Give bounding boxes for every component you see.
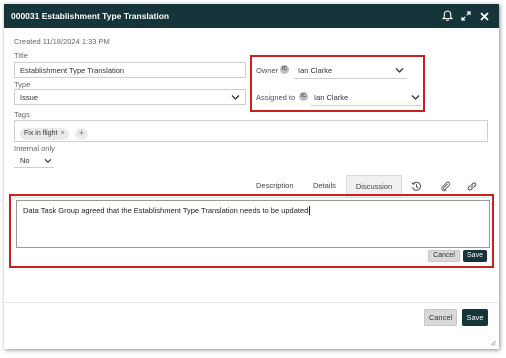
discussion-save-button[interactable]: Save	[463, 250, 487, 262]
title-value: Establishment Type Translation	[20, 66, 125, 75]
type-select[interactable]: Issue	[14, 89, 246, 105]
link-icon[interactable]	[465, 179, 479, 193]
tags-label: Tags	[14, 110, 30, 119]
expand-icon[interactable]	[458, 7, 474, 25]
item-dialog: 000031 Establishment Type Translation Cr…	[4, 4, 499, 349]
type-label: Type	[14, 80, 31, 89]
bell-icon[interactable]	[439, 7, 455, 25]
add-tag-icon[interactable]: +	[75, 128, 88, 140]
tag-label: Fix in flight	[24, 130, 58, 137]
chevron-down-icon	[231, 95, 240, 100]
assigned-underline	[311, 105, 421, 106]
cancel-button[interactable]: Cancel	[424, 309, 457, 326]
internal-only-select[interactable]: No	[14, 154, 54, 168]
internal-only-value: No	[20, 156, 30, 165]
created-timestamp: Created 11/18/2024 1:33 PM	[14, 37, 110, 46]
save-button[interactable]: Save	[462, 309, 488, 326]
internal-only-label: Internal only	[14, 144, 55, 153]
history-icon[interactable]	[409, 179, 423, 193]
chevron-down-icon[interactable]	[411, 94, 420, 101]
type-value: Issue	[20, 93, 38, 102]
chevron-down-icon	[44, 158, 52, 164]
resize-handle-icon[interactable]	[490, 340, 496, 346]
avatar: IC	[280, 65, 289, 74]
remove-tag-icon[interactable]: ×	[60, 130, 64, 137]
owner-value[interactable]: Ian Clarke	[298, 66, 332, 75]
attachment-icon[interactable]	[438, 179, 452, 193]
assigned-value[interactable]: Ian Clarke	[314, 93, 348, 102]
owner-label: Owner	[256, 66, 279, 75]
avatar: IC	[299, 92, 308, 101]
title-label: Title	[14, 51, 28, 60]
close-icon[interactable]	[476, 7, 492, 25]
footer-divider	[4, 302, 499, 303]
chevron-down-icon[interactable]	[395, 67, 404, 74]
discussion-cancel-button[interactable]: Cancel	[428, 250, 460, 262]
dialog-titlebar: 000031 Establishment Type Translation	[4, 4, 499, 28]
discussion-input[interactable]: Data Task Group agreed that the Establis…	[16, 200, 490, 248]
tag-chip[interactable]: Fix in flight ×	[20, 128, 69, 140]
title-field[interactable]: Establishment Type Translation	[14, 62, 246, 78]
owner-assignee-highlight	[250, 55, 425, 112]
discussion-text: Data Task Group agreed that the Establis…	[23, 206, 311, 215]
owner-underline	[294, 78, 407, 79]
assigned-label: Assigned to	[256, 93, 296, 102]
dialog-title: 000031 Establishment Type Translation	[11, 11, 170, 21]
